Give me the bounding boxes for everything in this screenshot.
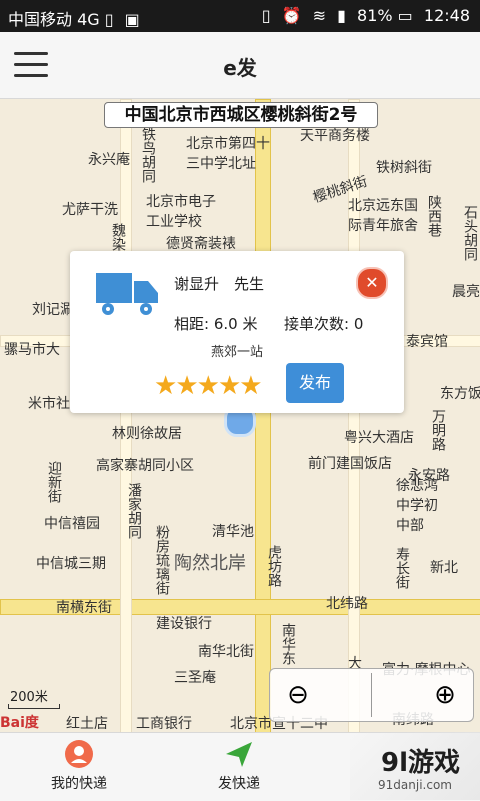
nav-send-express[interactable]: 发快递 (160, 733, 318, 801)
station-text: 燕郊一站 (210, 345, 263, 360)
poi-label: 中信禧园 (44, 516, 100, 532)
courier-name: 谢显升 先生 (174, 275, 265, 293)
vibrate-icon: ▯ (261, 6, 271, 25)
close-icon[interactable]: ✕ (356, 267, 388, 299)
poi-label: 北京远东国际青年旅舍 (348, 198, 418, 234)
poi-label: 骡马市大 (4, 342, 60, 358)
user-icon (65, 740, 93, 768)
star-icon: ★ (175, 371, 198, 401)
poi-label: 前门建国饭店 (308, 456, 392, 472)
poi-label: 新北 (430, 560, 458, 576)
star-icon: ★ (154, 371, 177, 401)
poi-label: 永兴庵 (88, 152, 130, 168)
poi-label: 米市社 (28, 396, 70, 412)
map-scale-bar (8, 704, 60, 709)
poi-label: 建设银行 (156, 616, 212, 632)
carrier-text: 中国移动 4G (8, 10, 100, 29)
poi-label: 铁树斜街 (376, 160, 432, 176)
truck-icon (96, 273, 158, 315)
poi-label: 南横东街 (56, 600, 112, 616)
poi-label: 万明路 (430, 409, 446, 451)
poi-label: 工商银行 (136, 716, 192, 732)
wifi-icon: ≋ (312, 6, 327, 25)
rating-stars: ★★★★★ (154, 371, 263, 401)
poi-label: 虎坊路 (266, 545, 282, 587)
poi-label: 粉房琉璃街 (154, 525, 170, 595)
app-bar: e发 (0, 32, 480, 99)
watermark: 9l游戏 91danji.com (350, 732, 480, 800)
poi-label: 铁鸟胡同 (140, 127, 156, 183)
poi-label: 北京市第四十三中学北址 (186, 136, 270, 172)
poi-label: 迎新街 (46, 461, 62, 503)
poi-label: 清华池 (212, 524, 254, 540)
poi-label: 林则徐故居 (112, 426, 182, 442)
poi-label: 南华东 (280, 623, 296, 665)
send-icon (226, 742, 252, 767)
poi-label: 粤兴大酒店 (344, 430, 414, 446)
nav-label: 我的快递 (51, 776, 107, 792)
poi-label: 天平商务楼 (300, 128, 370, 144)
poi-label: 高家寨胡同小区 (96, 458, 194, 474)
poi-label: 陶然北岸 (174, 553, 246, 574)
distance-text: 相距: 6.0 米 (174, 315, 258, 333)
nav-my-express[interactable]: 我的快递 (0, 733, 158, 801)
poi-label: 北京市电子工业学校 (146, 194, 216, 230)
star-icon: ★ (239, 371, 262, 401)
map-road (255, 99, 271, 732)
publish-button[interactable]: 发布 (286, 363, 344, 403)
zoom-control: ⊖ ⊕ (269, 668, 474, 722)
poi-label: 东方饭 (440, 386, 480, 402)
status-bar: 中国移动 4G ▯ ▣ ▯ ⏰ ≋ ▮ 81% ▭ 12:48 (0, 0, 480, 32)
map-road (120, 99, 132, 732)
poi-label: 寿长街 (394, 547, 410, 589)
poi-label: 三圣庵 (174, 670, 216, 686)
page-title: e发 (223, 56, 257, 80)
poi-label: 红土店 (66, 716, 108, 732)
watermark-url: 91danji.com (378, 778, 452, 792)
poi-label: 中信城三期 (36, 556, 106, 572)
nav-label: 发快递 (218, 776, 260, 792)
zoom-in-icon[interactable]: ⊕ (425, 675, 465, 715)
zoom-out-icon[interactable]: ⊖ (278, 675, 318, 715)
star-icon: ★ (217, 371, 241, 401)
address-banner: 中国北京市西城区樱桃斜街2号 (104, 102, 378, 128)
star-icon: ★ (196, 371, 220, 401)
signal-icon: ▮ (337, 6, 346, 25)
watermark-brand: 9l游戏 (380, 748, 460, 778)
poi-label: 陕西巷 (426, 195, 442, 237)
poi-label: 潘家胡同 (126, 483, 142, 539)
sim-icon: ▯ (104, 10, 114, 29)
order-count-text: 接单次数: 0 (284, 315, 364, 333)
poi-label: 南华北街 (198, 644, 254, 660)
gallery-icon: ▣ (124, 10, 140, 29)
poi-label: 北纬路 (326, 596, 368, 612)
battery-icon: ▭ (397, 6, 413, 25)
poi-label: 尤萨干洗 (62, 202, 118, 218)
poi-label: 晨亮 (452, 284, 480, 300)
clock: 12:48 (423, 6, 470, 25)
battery-percent: 81% (357, 6, 393, 25)
zoom-divider (371, 673, 372, 717)
poi-label: 徐悲鸿中学初中部 (396, 478, 438, 534)
alarm-icon: ⏰ (281, 6, 302, 25)
poi-label: 德贤斋装裱 (166, 236, 236, 252)
poi-label: 石头胡同 (462, 205, 478, 261)
courier-card: 谢显升 先生 ✕ 相距: 6.0 米 接单次数: 0 燕郊一站 ★★★★★ 发布 (70, 251, 404, 413)
map-view[interactable]: 铁鸟胡同 北京市第四十三中学北址 天平商务楼 永兴庵 樱桃斜街 铁树斜街 尤萨干… (0, 99, 480, 732)
baidu-logo: Bai度 (0, 715, 39, 731)
poi-label: 泰宾馆 (406, 334, 448, 350)
map-scale-label: 200米 (10, 690, 48, 705)
